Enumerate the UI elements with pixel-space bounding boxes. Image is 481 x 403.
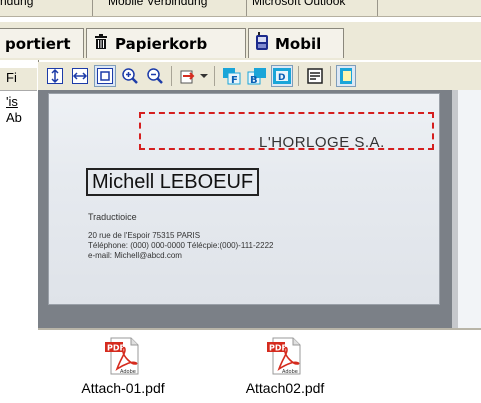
attachments-pane: PDF Adobe Attach-01.pdf PDF Adobe Attach… [38, 328, 481, 403]
dropdown-arrow-icon [200, 74, 208, 78]
scan-icon [307, 68, 323, 84]
fit-page-button[interactable] [94, 65, 116, 87]
toolbar-separator [298, 66, 299, 86]
svg-text:F: F [231, 75, 238, 85]
menu-bar: ndung Mobile Verbindung Microsoft Outloo… [0, 0, 481, 17]
attachment-filename: Attach-01.pdf [81, 380, 165, 396]
partial-icon [340, 68, 352, 84]
fit-height-button[interactable] [44, 65, 66, 87]
viewer-toolbar: F B D [38, 62, 481, 91]
card-email: e-mail: Michell@abcd.com [88, 251, 182, 260]
back-side-icon: B [247, 68, 266, 85]
svg-text:Adobe: Adobe [282, 369, 298, 375]
attachment-filename: Attach02.pdf [245, 380, 325, 396]
zoom-out-button[interactable] [144, 65, 166, 87]
menu-separator [377, 0, 378, 16]
left-pane: Fi 'is Ab [0, 60, 39, 401]
dual-side-button[interactable]: D [271, 65, 293, 87]
menu-separator [92, 0, 93, 16]
scan-button[interactable] [304, 65, 326, 87]
svg-text:D: D [278, 73, 285, 83]
zoom-in-icon [122, 68, 138, 84]
toolbar-separator [171, 66, 172, 86]
back-side-button[interactable]: B [246, 65, 268, 87]
card-contact-block: 20 rue de l'Espoir 75315 PARIS Téléphone… [88, 231, 273, 261]
partial-button[interactable] [336, 65, 356, 87]
tab-label: Mobil [275, 35, 322, 53]
svg-text:Adobe: Adobe [120, 369, 136, 375]
front-side-icon: F [223, 68, 241, 85]
card-phone: Téléphone: (000) 000-0000 Télécpie:(000)… [88, 241, 274, 250]
front-side-button[interactable]: F [221, 65, 243, 87]
tab-exportiert[interactable]: portiert [0, 28, 84, 58]
card-name: Michell LEBOEUF [86, 168, 260, 196]
attachment-item[interactable]: PDF Adobe Attach02.pdf [230, 336, 340, 396]
tab-label: Papierkorb [115, 35, 208, 53]
right-preview-strip [458, 90, 481, 328]
tab-bar: portiert Papierkorb Mobil [0, 22, 481, 60]
dual-side-icon: D [273, 68, 291, 84]
card-role: Traductioice [88, 212, 137, 222]
fit-width-icon [72, 68, 88, 84]
tab-label: portiert [5, 35, 71, 53]
mobile-icon [255, 30, 269, 60]
pdf-icon: PDF Adobe [105, 336, 141, 376]
attachment-item[interactable]: PDF Adobe Attach-01.pdf [68, 336, 178, 396]
toolbar-separator [214, 66, 215, 86]
tab-mobil[interactable]: Mobil [248, 28, 344, 58]
tab-papierkorb[interactable]: Papierkorb [86, 28, 246, 58]
menu-separator [246, 0, 247, 16]
export-dropdown[interactable] [198, 65, 210, 87]
fit-page-icon [97, 68, 113, 84]
card-address: 20 rue de l'Espoir 75315 PARIS [88, 231, 201, 240]
pdf-icon: PDF Adobe [267, 336, 303, 376]
export-icon [180, 70, 195, 84]
list-item[interactable]: Ab [6, 110, 22, 125]
fit-height-icon [47, 68, 63, 84]
toolbar-separator [330, 66, 331, 86]
trash-icon [93, 30, 109, 60]
column-header-fi[interactable]: Fi [6, 70, 17, 85]
menu-item-verbindung[interactable]: ndung [0, 0, 33, 8]
zoom-in-button[interactable] [119, 65, 141, 87]
menu-item-microsoft-outlook[interactable]: Microsoft Outlook [252, 0, 345, 8]
export-button[interactable] [177, 65, 199, 87]
svg-text:B: B [250, 75, 258, 85]
menu-item-mobile-verbindung[interactable]: Mobile Verbindung [108, 0, 207, 8]
zoom-out-icon [147, 68, 163, 84]
fit-width-button[interactable] [69, 65, 91, 87]
selection-highlight [139, 112, 434, 150]
list-item[interactable]: 'is [6, 94, 18, 109]
